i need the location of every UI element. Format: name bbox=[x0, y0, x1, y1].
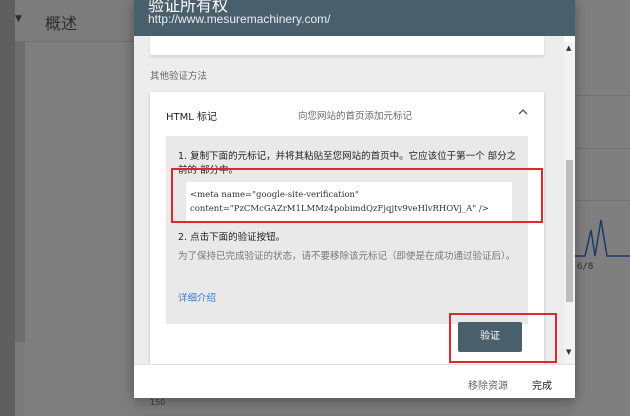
background-chart-date: 6/8 bbox=[577, 262, 594, 272]
caret-down-icon: ▼ bbox=[15, 14, 22, 24]
verify-button-highlight-box bbox=[449, 313, 557, 363]
details-link[interactable]: 详细介绍 bbox=[178, 290, 216, 304]
html-tag-instructions: 1. 复制下面的元标记，并将其粘贴至您网站的首页中。它应该位于第一个 部分之前的… bbox=[166, 136, 528, 324]
html-tag-subtitle: 向您网站的首页添加元标记 bbox=[298, 111, 413, 122]
previous-method-card bbox=[150, 36, 544, 56]
dialog-scrollbar[interactable]: ▲ ▼ bbox=[564, 42, 575, 364]
keep-tag-note: 为了保持已完成验证的状态，请不要移除该元标记（即使是在成功通过验证后）。 bbox=[178, 251, 516, 262]
background-nav-header: ▼ 概述 bbox=[15, 0, 135, 42]
dialog-property-url: http://www.mesuremachinery.com/ bbox=[148, 12, 331, 26]
background-chart-panel: 6/8 bbox=[575, 0, 630, 416]
scroll-up-arrow-icon[interactable]: ▲ bbox=[566, 44, 571, 52]
background-chart-line bbox=[575, 219, 630, 257]
step-2-text: 2. 点击下面的验证按钮。 bbox=[178, 232, 286, 243]
html-tag-title[interactable]: HTML 标记 bbox=[166, 108, 217, 123]
background-content bbox=[25, 42, 135, 416]
background-grid-line bbox=[575, 148, 630, 149]
remove-resource-button[interactable]: 移除资源 bbox=[468, 377, 508, 392]
chevron-up-icon[interactable] bbox=[518, 105, 528, 119]
background-nav-title: 概述 bbox=[45, 14, 78, 33]
background-left-rail bbox=[0, 0, 25, 416]
background-number: 150 bbox=[150, 398, 166, 407]
other-methods-label: 其他验证方法 bbox=[150, 71, 208, 82]
background-side-bar bbox=[15, 42, 25, 342]
background-grid-line bbox=[575, 95, 630, 96]
dialog-header: 验证所有权 http://www.mesuremachinery.com/ bbox=[134, 0, 575, 36]
done-button[interactable]: 完成 bbox=[532, 377, 552, 392]
dialog-footer: 移除资源 完成 bbox=[134, 364, 575, 398]
scrollbar-thumb[interactable] bbox=[566, 160, 573, 302]
meta-tag-highlight-box bbox=[171, 168, 543, 223]
scroll-down-arrow-icon[interactable]: ▼ bbox=[566, 348, 571, 356]
